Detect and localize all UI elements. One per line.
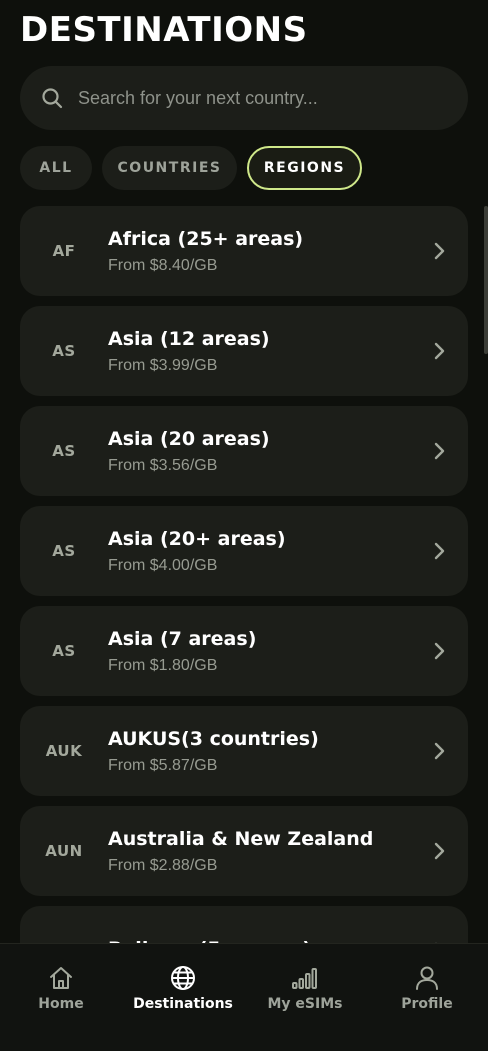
chevron-right-icon: [434, 642, 445, 660]
region-item-australia-nz[interactable]: AUN Australia & New Zealand From $2.88/G…: [20, 806, 468, 896]
region-price: From $4.00/GB: [108, 556, 218, 574]
region-price: From $1.80/GB: [108, 656, 218, 674]
region-name: Asia (7 areas): [108, 627, 257, 650]
filter-regions[interactable]: REGIONS: [247, 146, 362, 190]
nav-label: Destinations: [133, 996, 233, 1012]
nav-item-home[interactable]: Home: [0, 944, 122, 1051]
region-name: Africa (25+ areas): [108, 227, 304, 250]
region-price: From $5.87/GB: [108, 756, 218, 774]
chevron-right-icon: [434, 442, 445, 460]
page-title: DESTINATIONS: [20, 10, 308, 50]
region-price: From $8.40/GB: [108, 256, 218, 274]
signal-bars-icon: [292, 968, 317, 989]
search-icon: [42, 88, 63, 109]
home-icon: [50, 967, 72, 989]
filter-tabs: ALL COUNTRIES REGIONS: [20, 146, 362, 190]
region-name: Asia (12 areas): [108, 327, 270, 350]
region-code: AS: [52, 342, 76, 360]
region-list: AF Africa (25+ areas) From $8.40/GB AS A…: [20, 206, 468, 1006]
region-item-asia-20[interactable]: AS Asia (20 areas) From $3.56/GB: [20, 406, 468, 496]
region-code: AUN: [45, 842, 83, 860]
region-code: AUK: [45, 742, 83, 760]
region-name: Australia & New Zealand: [108, 827, 374, 850]
filter-countries[interactable]: COUNTRIES: [102, 146, 237, 190]
bottom-nav: Home Destinations My eSIMs Profile: [0, 943, 488, 1051]
region-code: AF: [52, 242, 76, 260]
region-price: From $3.99/GB: [108, 356, 218, 374]
search-bar[interactable]: [20, 66, 468, 130]
region-item-aukus[interactable]: AUK AUKUS(3 countries) From $5.87/GB: [20, 706, 468, 796]
destinations-screen: DESTINATIONS ALL COUNTRIES REGIONS AF Af…: [0, 0, 488, 1051]
region-code: AS: [52, 542, 76, 560]
nav-label: Profile: [401, 996, 453, 1012]
list-scrollbar[interactable]: [484, 206, 488, 354]
region-price: From $3.56/GB: [108, 456, 218, 474]
region-name: Asia (20 areas): [108, 427, 270, 450]
nav-item-my-esims[interactable]: My eSIMs: [244, 944, 366, 1051]
region-name: Asia (20+ areas): [108, 527, 286, 550]
region-item-asia-7[interactable]: AS Asia (7 areas) From $1.80/GB: [20, 606, 468, 696]
region-name: AUKUS(3 countries): [108, 727, 319, 750]
nav-label: My eSIMs: [267, 996, 343, 1012]
chevron-right-icon: [434, 842, 445, 860]
chevron-right-icon: [434, 342, 445, 360]
region-item-asia-20-plus[interactable]: AS Asia (20+ areas) From $4.00/GB: [20, 506, 468, 596]
chevron-right-icon: [434, 542, 445, 560]
region-item-asia-12[interactable]: AS Asia (12 areas) From $3.99/GB: [20, 306, 468, 396]
nav-item-destinations[interactable]: Destinations: [122, 944, 244, 1051]
user-icon: [416, 966, 438, 990]
region-item-africa-25[interactable]: AF Africa (25+ areas) From $8.40/GB: [20, 206, 468, 296]
nav-item-profile[interactable]: Profile: [366, 944, 488, 1051]
nav-label: Home: [38, 996, 84, 1012]
search-input[interactable]: [76, 86, 450, 110]
chevron-right-icon: [434, 242, 445, 260]
filter-all[interactable]: ALL: [20, 146, 92, 190]
region-code: AS: [52, 442, 76, 460]
chevron-right-icon: [434, 742, 445, 760]
region-price: From $2.88/GB: [108, 856, 218, 874]
globe-icon: [171, 966, 195, 990]
region-code: AS: [52, 642, 76, 660]
